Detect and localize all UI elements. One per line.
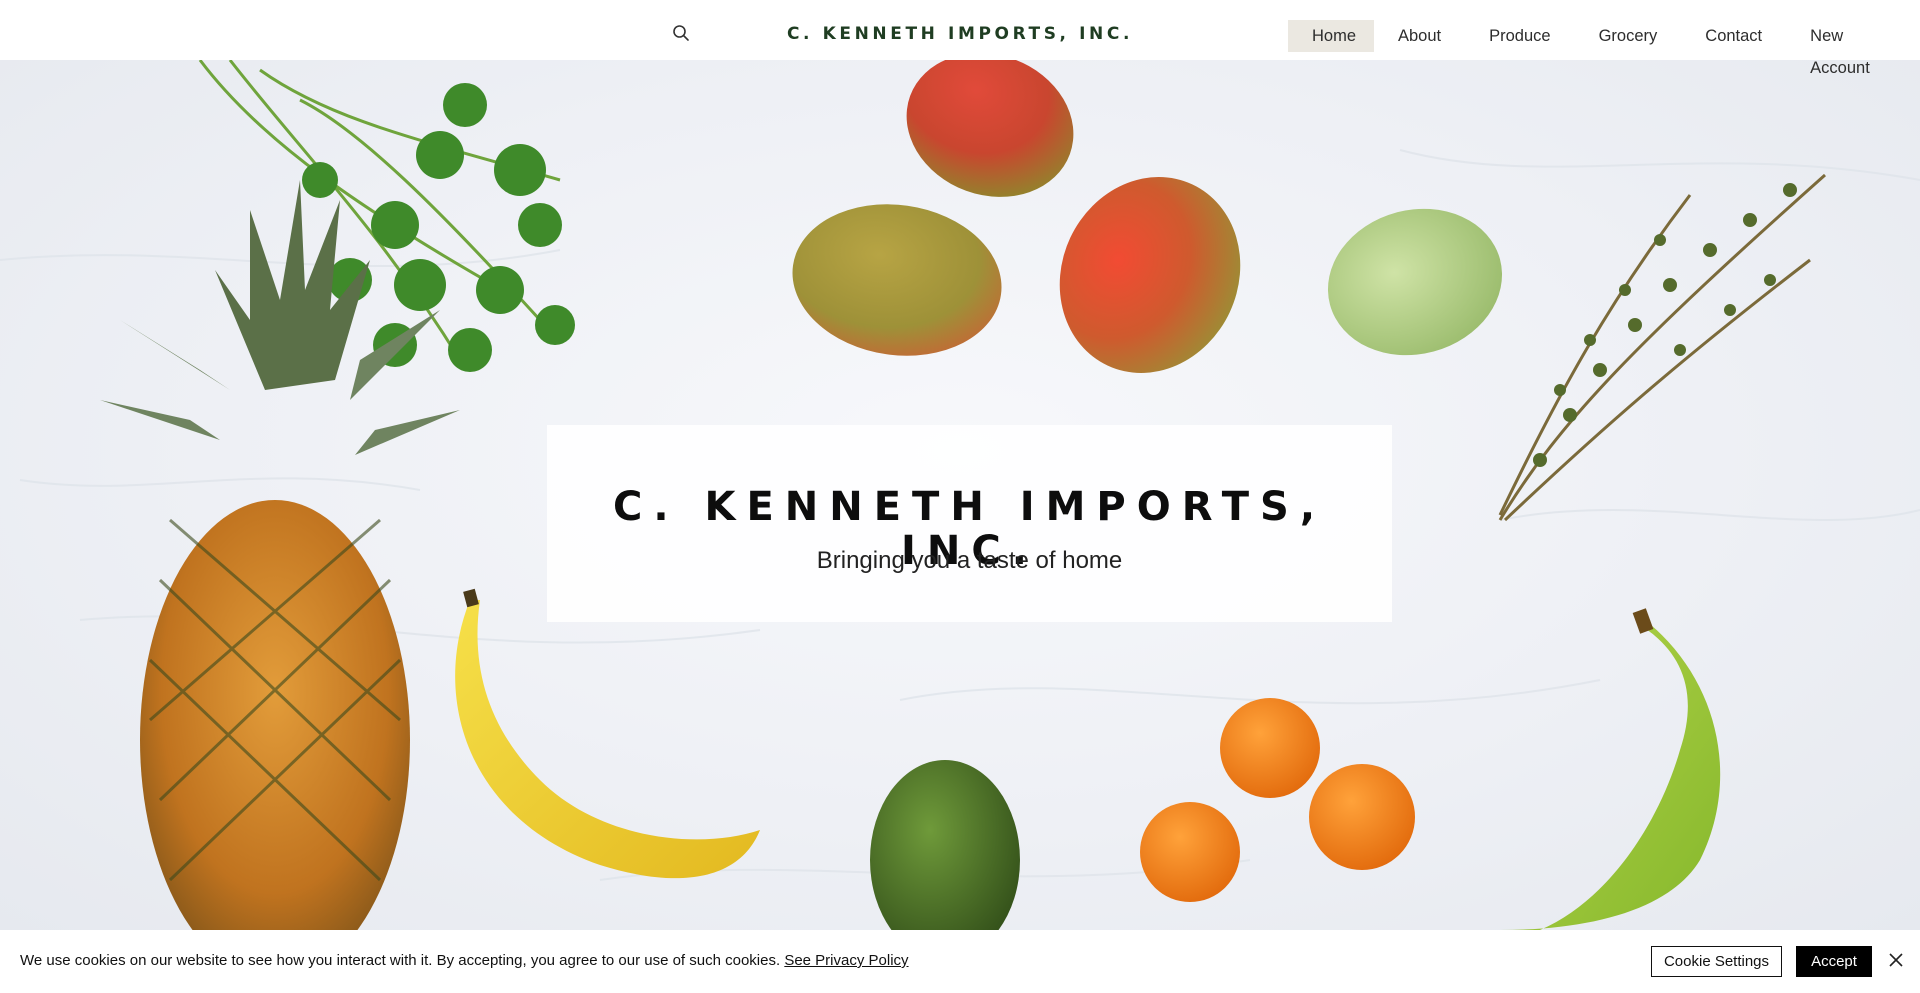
hero-section: C. KENNETH IMPORTS, INC. Bringing you a … [0, 60, 1920, 930]
main-nav: Home About Produce Grocery Contact New A… [1288, 20, 1920, 77]
orange-image [1220, 698, 1320, 798]
hero-subtitle: Bringing you a taste of home [816, 547, 1123, 574]
privacy-policy-link[interactable]: See Privacy Policy [784, 952, 908, 969]
avocado-image [870, 760, 1020, 930]
nav-item-contact[interactable]: Contact [1681, 20, 1786, 52]
cookie-banner: We use cookies on our website to see how… [0, 930, 1920, 993]
site-header: C. KENNETH IMPORTS, INC. Home About Prod… [0, 0, 1920, 77]
nav-item-new-account[interactable]: New Account [1786, 20, 1920, 77]
cookie-message: We use cookies on our website to see how… [20, 952, 781, 969]
accept-cookies-button[interactable]: Accept [1796, 946, 1872, 977]
site-logo-text[interactable]: C. KENNETH IMPORTS, INC. [700, 24, 1220, 44]
cookie-text: We use cookies on our website to see how… [20, 952, 909, 970]
nav-item-about[interactable]: About [1374, 20, 1465, 52]
search-icon[interactable] [672, 24, 690, 42]
hero-banner: C. KENNETH IMPORTS, INC. Bringing you a … [547, 425, 1392, 622]
cookie-settings-button[interactable]: Cookie Settings [1651, 946, 1782, 977]
close-icon[interactable] [1888, 952, 1904, 968]
plantain-image [1500, 620, 1721, 930]
nav-item-grocery[interactable]: Grocery [1575, 20, 1682, 52]
nav-item-produce[interactable]: Produce [1465, 20, 1574, 52]
nav-item-home[interactable]: Home [1288, 20, 1374, 52]
